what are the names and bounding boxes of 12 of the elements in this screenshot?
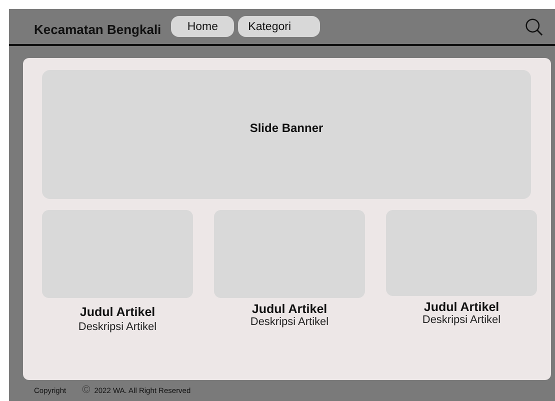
article-description: Deskripsi Artikel <box>250 316 329 328</box>
article-title[interactable]: Judul Artikel <box>424 300 500 314</box>
article-title[interactable]: Judul Artikel <box>80 305 156 319</box>
search-icon[interactable] <box>525 18 543 36</box>
slide-banner[interactable]: Slide Banner <box>42 70 531 199</box>
nav-button[interactable]: Kategori <box>238 16 320 37</box>
copyright-symbol: © <box>82 384 90 396</box>
site-title: Kecamatan Bengkali <box>34 22 162 37</box>
article-description: Deskripsi Artikel <box>422 314 501 326</box>
nav-button[interactable]: Home <box>171 16 234 37</box>
article-description: Deskripsi Artikel <box>78 321 157 333</box>
article-title[interactable]: Judul Artikel <box>252 302 328 316</box>
